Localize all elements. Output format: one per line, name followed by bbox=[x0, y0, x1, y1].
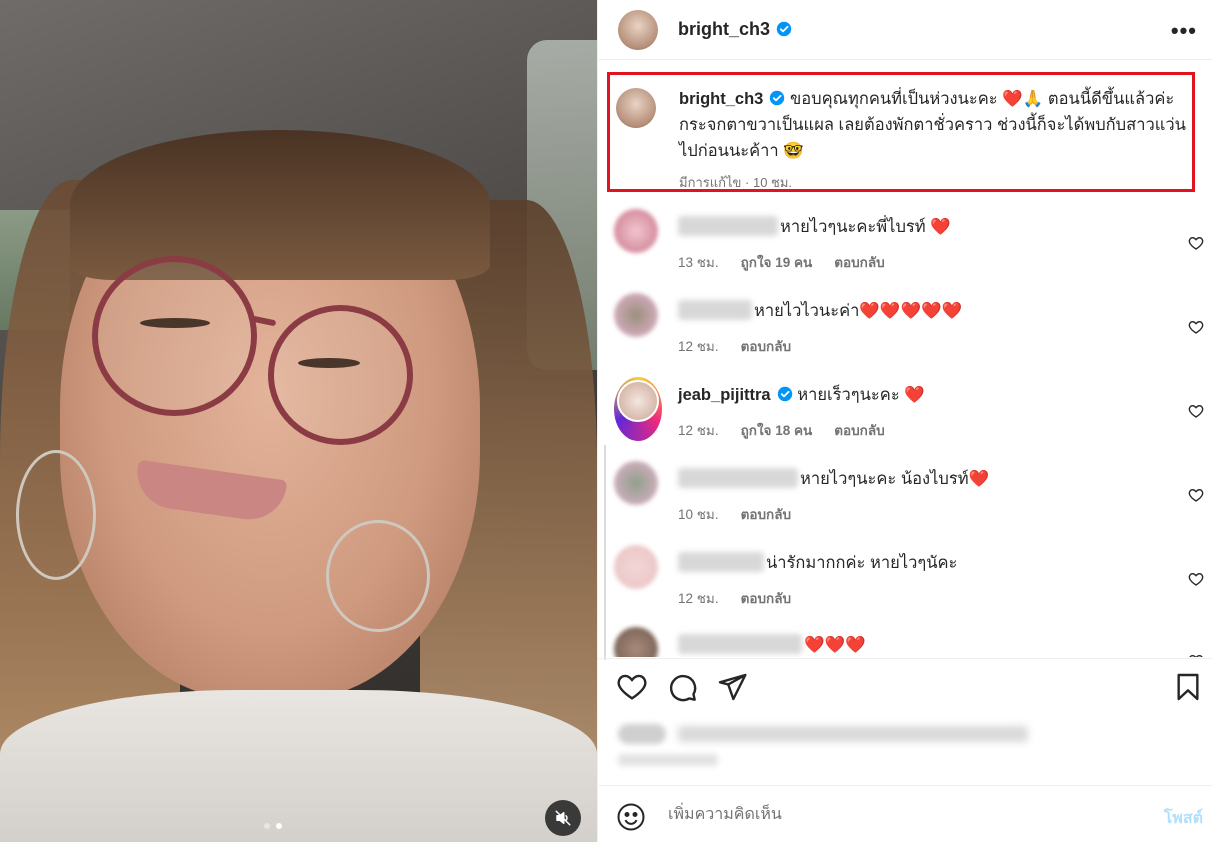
like-comment-heart-icon[interactable] bbox=[1188, 403, 1204, 419]
comment-time: 12 ชม. bbox=[678, 423, 719, 438]
comment-text: น่ารักมากกค่ะ หายไวๆนัคะ bbox=[766, 554, 958, 572]
comment-item: หายไวๆนะคะ น้องไบรท์❤️ 10 ชม. ตอบกลับ bbox=[614, 461, 1204, 525]
author-username[interactable]: bright_ch3 bbox=[678, 19, 792, 40]
commenter-username-blurred[interactable] bbox=[678, 468, 798, 488]
comment-likes-count[interactable]: ถูกใจ 18 คน bbox=[741, 419, 813, 441]
post-actions-bar bbox=[598, 658, 1212, 714]
hair-top bbox=[70, 130, 490, 280]
emoji-smiley-icon[interactable] bbox=[616, 802, 646, 832]
carousel-indicator bbox=[264, 823, 282, 829]
comment-time: 12 ชม. bbox=[678, 591, 719, 606]
save-bookmark-icon[interactable] bbox=[1172, 671, 1204, 703]
earring-right bbox=[326, 520, 430, 632]
commenter-username-blurred[interactable] bbox=[678, 300, 752, 320]
commenter-username[interactable]: jeab_pijittra bbox=[678, 386, 771, 404]
post-comment-button[interactable]: โพสต์ bbox=[1164, 806, 1203, 831]
comment-likes-count[interactable]: ถูกใจ 19 คน bbox=[741, 251, 813, 273]
verified-badge-icon bbox=[770, 90, 785, 106]
carousel-dot-1[interactable] bbox=[264, 823, 270, 829]
commenter-avatar bbox=[617, 380, 659, 422]
likes-summary-blurred bbox=[618, 718, 1038, 768]
commenter-avatar[interactable] bbox=[614, 545, 658, 589]
like-comment-heart-icon[interactable] bbox=[1188, 571, 1204, 587]
add-comment-section: โพสต์ bbox=[598, 785, 1212, 842]
story-ring[interactable] bbox=[614, 377, 662, 441]
post-media[interactable] bbox=[0, 0, 597, 842]
comment-text: หายไวๆนะคะพี่ไบรท์ ❤️ bbox=[780, 218, 951, 236]
reply-button[interactable]: ตอบกลับ bbox=[834, 251, 884, 273]
comment-item: หายไวๆนะคะพี่ไบรท์ ❤️ 13 ชม. ถูกใจ 19 คน… bbox=[614, 209, 1204, 273]
comment-text: หายเร็วๆนะคะ ❤️ bbox=[797, 386, 925, 404]
caption-username[interactable]: bright_ch3 bbox=[679, 90, 763, 108]
like-comment-heart-icon[interactable] bbox=[1188, 319, 1204, 335]
comment-time: 10 ชม. bbox=[678, 507, 719, 522]
comment-item: jeab_pijittra หายเร็วๆนะคะ ❤️ 12 ชม. ถูก… bbox=[614, 377, 1204, 441]
caption-meta: มีการแก้ไข · 10 ชม. bbox=[679, 175, 793, 190]
more-options-button[interactable]: ••• bbox=[1171, 18, 1197, 44]
commenter-username-blurred[interactable] bbox=[678, 216, 778, 236]
commenter-username-blurred[interactable] bbox=[678, 634, 802, 654]
commenter-avatar[interactable] bbox=[614, 293, 658, 337]
carousel-dot-2[interactable] bbox=[276, 823, 282, 829]
muted-speaker-icon bbox=[555, 810, 571, 826]
comment-input[interactable] bbox=[668, 800, 1128, 830]
verified-badge-icon bbox=[776, 21, 792, 37]
post-caption: bright_ch3 ขอบคุณทุกคนที่เป็นห่วงนะคะ ❤️… bbox=[616, 86, 1191, 196]
comment-item: ❤️❤️❤️ bbox=[614, 627, 1204, 657]
comment-bubble-icon[interactable] bbox=[666, 671, 698, 703]
comment-text: หายไวไวนะค่า❤️❤️❤️❤️❤️ bbox=[754, 302, 963, 320]
reply-button[interactable]: ตอบกลับ bbox=[834, 419, 884, 441]
caption-time: 10 ชม. bbox=[752, 175, 793, 190]
caption-author-avatar[interactable] bbox=[616, 88, 656, 128]
comment-text: ❤️❤️❤️ bbox=[804, 636, 866, 654]
reply-button[interactable]: ตอบกลับ bbox=[741, 503, 791, 525]
glasses-left-lens bbox=[92, 256, 257, 416]
commenter-username-blurred[interactable] bbox=[678, 552, 764, 572]
comment-time: 12 ชม. bbox=[678, 339, 719, 354]
like-heart-icon[interactable] bbox=[616, 671, 648, 703]
comment-item: น่ารักมากกค่ะ หายไวๆนัคะ 12 ชม. ตอบกลับ bbox=[614, 545, 1204, 609]
share-paper-plane-icon[interactable] bbox=[716, 671, 748, 703]
shirt bbox=[0, 690, 597, 842]
commenter-avatar[interactable] bbox=[614, 627, 658, 657]
comment-time: 13 ชม. bbox=[678, 255, 719, 270]
author-avatar[interactable] bbox=[618, 9, 658, 50]
like-comment-heart-icon[interactable] bbox=[1188, 653, 1204, 657]
comment-item: หายไวไวนะค่า❤️❤️❤️❤️❤️ 12 ชม. ตอบกลับ bbox=[614, 293, 1204, 357]
like-comment-heart-icon[interactable] bbox=[1188, 487, 1204, 503]
glasses-right-lens bbox=[268, 305, 413, 445]
commenter-avatar[interactable] bbox=[614, 461, 658, 505]
comment-text: หายไวๆนะคะ น้องไบรท์❤️ bbox=[800, 470, 990, 488]
like-comment-heart-icon[interactable] bbox=[1188, 235, 1204, 251]
mute-button[interactable] bbox=[545, 800, 581, 836]
caption-body: bright_ch3 ขอบคุณทุกคนที่เป็นห่วงนะคะ ❤️… bbox=[679, 86, 1189, 196]
verified-badge-icon bbox=[777, 386, 792, 402]
comments-list[interactable]: หายไวๆนะคะพี่ไบรท์ ❤️ 13 ชม. ถูกใจ 19 คน… bbox=[598, 195, 1212, 657]
post-header: bright_ch3 ••• bbox=[598, 0, 1212, 60]
commenter-avatar[interactable] bbox=[614, 209, 658, 253]
scroll-track bbox=[604, 445, 606, 660]
reply-button[interactable]: ตอบกลับ bbox=[741, 587, 791, 609]
reply-button[interactable]: ตอบกลับ bbox=[741, 335, 791, 357]
earring-left bbox=[16, 450, 96, 580]
post-details-panel: bright_ch3 ••• bright_ch3 ขอบคุณทุกคนที่… bbox=[597, 0, 1212, 842]
edited-label: มีการแก้ไข bbox=[679, 175, 742, 190]
